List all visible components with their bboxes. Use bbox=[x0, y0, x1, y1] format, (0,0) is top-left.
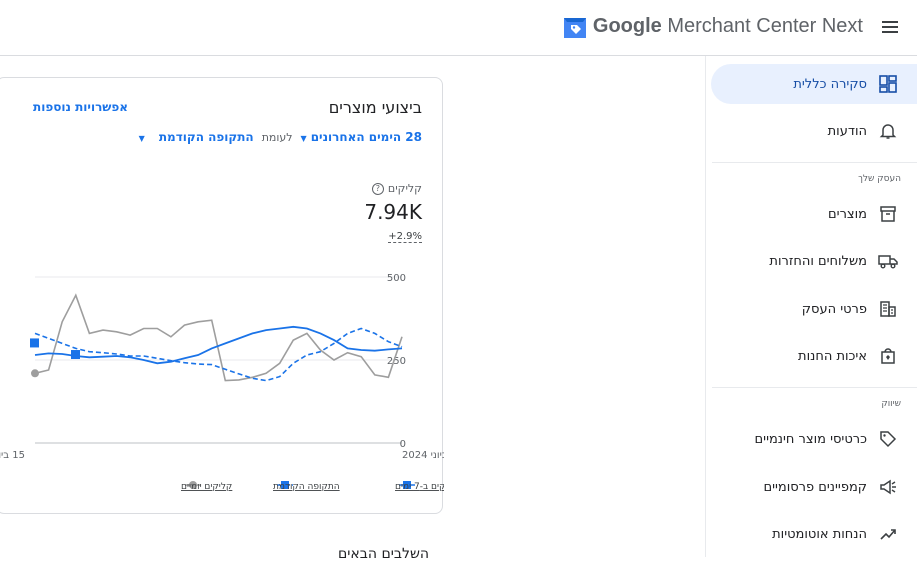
bell-icon bbox=[877, 120, 899, 142]
data-point-marker bbox=[71, 350, 80, 360]
sidebar-item-label: איכות החנות bbox=[798, 348, 867, 364]
sidebar-item-shipping[interactable]: משלוחים והחזרות bbox=[711, 241, 917, 281]
legend-label: התקופה הקודמת bbox=[273, 482, 340, 492]
series-line-daily-clicks bbox=[34, 293, 403, 382]
section-label-marketing: שיווק bbox=[881, 399, 901, 409]
sidebar-item-label: הודעות bbox=[827, 123, 867, 139]
top-app-bar: Google Merchant Center Next bbox=[0, 0, 917, 56]
main-menu-button[interactable] bbox=[878, 18, 902, 38]
sidebar-item-store-quality[interactable]: איכות החנות bbox=[711, 336, 917, 376]
store-quality-icon bbox=[877, 345, 899, 367]
y-tick-label: 0 bbox=[400, 439, 406, 450]
sidebar-item-products[interactable]: מוצרים bbox=[711, 194, 917, 234]
sidebar-divider bbox=[712, 387, 917, 388]
sidebar-item-automated-discounts[interactable]: הנחות אוטומטיות bbox=[711, 514, 917, 554]
sidebar-item-label: קמפיינים פרסומיים bbox=[763, 479, 867, 495]
y-tick-label: 250 bbox=[387, 356, 406, 367]
legend-label: ממוצע קליקים ב-7 ימים bbox=[395, 482, 444, 492]
sidebar-item-label: הנחות אוטומטיות bbox=[772, 526, 867, 542]
sidebar-item-notifications[interactable]: הודעות bbox=[711, 111, 917, 151]
app-title-product: Merchant Center Next bbox=[661, 15, 863, 37]
hamburger-icon-bar bbox=[882, 26, 898, 28]
trending-up-icon bbox=[877, 523, 899, 545]
dashboard-icon bbox=[877, 73, 899, 95]
section-label-business: העסק שלך bbox=[858, 174, 901, 184]
sidebar-item-label: פרטי העסק bbox=[801, 301, 867, 317]
sidebar-item-business-info[interactable]: פרטי העסק bbox=[711, 289, 917, 329]
inventory-icon bbox=[877, 203, 899, 225]
campaign-icon bbox=[877, 476, 899, 498]
merchant-center-logo-icon[interactable] bbox=[562, 15, 588, 41]
legend-label: קליקים יומיים bbox=[181, 482, 232, 492]
next-steps-heading: השלבים הבאים bbox=[338, 546, 430, 562]
series-line-seven-day-average bbox=[34, 325, 403, 365]
truck-icon bbox=[877, 250, 899, 272]
app-title[interactable]: Google Merchant Center Next bbox=[593, 15, 863, 38]
product-performance-card: ביצועי מוצרים אפשרויות נוספות 28 הימים ה… bbox=[0, 77, 444, 514]
data-point-marker bbox=[30, 338, 39, 348]
tag-icon bbox=[877, 428, 899, 450]
sidebar-item-label: משלוחים והחזרות bbox=[769, 253, 867, 269]
x-tick-label: 15 ביולי 2024 bbox=[0, 450, 25, 461]
sidebar-item-overview[interactable]: סקירה כללית bbox=[711, 64, 917, 104]
series-line-previous-period bbox=[34, 327, 403, 382]
sidebar-item-label: כרטיסי מוצר חינמיים bbox=[754, 431, 867, 447]
sidebar: סקירה כללית הודעות העסק שלך מוצרים משלוח… bbox=[705, 56, 917, 557]
x-tick-label: 18 ביוני 2024 bbox=[402, 450, 444, 461]
sidebar-divider bbox=[712, 162, 917, 163]
clicks-line-chart: 0 250 500 18 ביוני 2024 15 ביולי 2024 ממוצע ק… bbox=[0, 273, 444, 492]
building-icon bbox=[877, 298, 899, 320]
data-point-daily bbox=[31, 369, 39, 378]
sidebar-item-ad-campaigns[interactable]: קמפיינים פרסומיים bbox=[711, 467, 917, 507]
hamburger-icon-bar bbox=[882, 31, 898, 33]
sidebar-item-label: מוצרים bbox=[828, 206, 867, 222]
hamburger-icon-bar bbox=[882, 21, 898, 23]
sidebar-item-free-listings[interactable]: כרטיסי מוצר חינמיים bbox=[711, 419, 917, 459]
sidebar-item-label: סקירה כללית bbox=[793, 76, 867, 92]
app-title-google: Google bbox=[592, 15, 662, 37]
y-tick-label: 500 bbox=[387, 273, 406, 284]
